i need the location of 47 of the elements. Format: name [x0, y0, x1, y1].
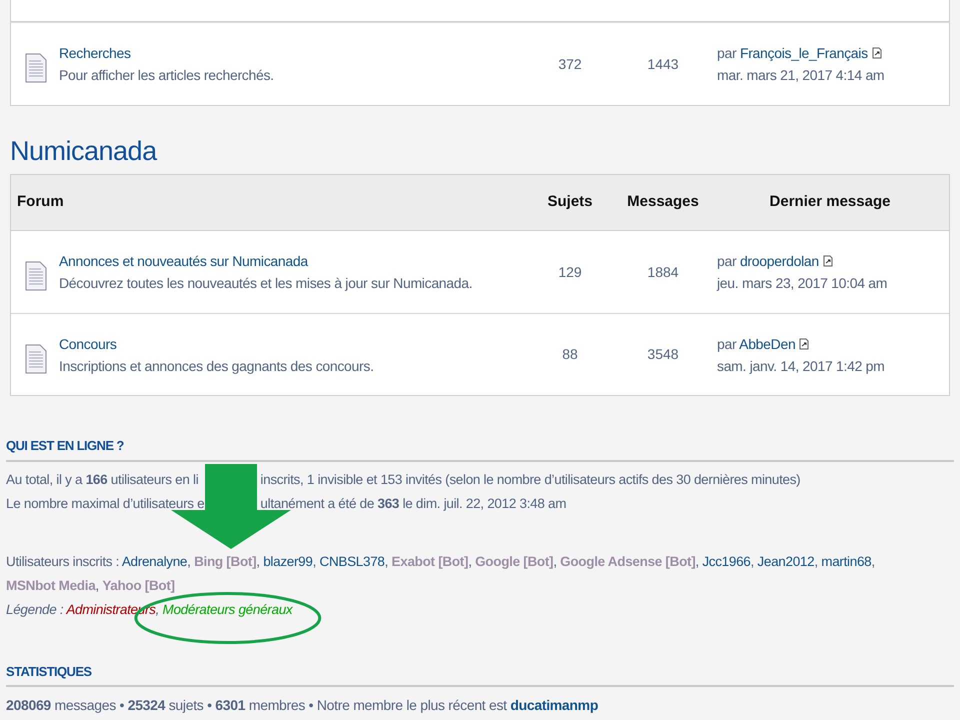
column-header: Forum: [16, 192, 65, 212]
post-date: mar. mars 21, 2017 4:14 am: [717, 66, 886, 85]
posts-count: 1884: [646, 262, 680, 282]
section-heading: STATISTIQUES: [6, 662, 954, 687]
forum-icon: [25, 344, 47, 374]
forum-description: Pour afficher les articles recherchés.: [59, 66, 274, 85]
forum-link[interactable]: Concours: [59, 332, 374, 354]
posts-count: 1443: [646, 54, 680, 74]
user-link[interactable]: CNBSL378: [320, 554, 385, 568]
online-text: Le nombre maximal d’utilisateurs e: [6, 494, 204, 512]
post-date: sam. janv. 14, 2017 1:42 pm: [717, 356, 886, 376]
user-link[interactable]: blazer99: [263, 554, 313, 568]
by-label: par: [717, 253, 738, 269]
go-to-post-icon[interactable]: [872, 47, 882, 59]
posts-count: 3548: [646, 345, 680, 364]
member-link[interactable]: ducatimanmp: [510, 697, 598, 713]
online-text: ultanément a été de 363 le dim. juil. 22, 2012 3:48 am: [260, 494, 568, 513]
post-date: jeu. mars 23, 2017 10:04 am: [717, 274, 888, 293]
topics-count: 372: [557, 54, 583, 74]
section-heading: QUI EST EN LIGNE ?: [6, 436, 954, 462]
online-text: inscrits, 1 invisible et 153 invités (selon le nombre d’utilisateurs actifs des 30 dernières minutes): [260, 470, 802, 489]
forum-icon: [25, 261, 47, 291]
category-title[interactable]: Numicanada: [10, 132, 950, 170]
forum-icon: [25, 53, 47, 83]
topics-count: 129: [557, 262, 583, 282]
user-link[interactable]: Jean2012: [757, 554, 814, 568]
user-link[interactable]: Jcc1966: [702, 554, 751, 568]
author-link[interactable]: AbbeDen: [739, 336, 796, 352]
forum-description: Inscriptions et annonces des gagnants des concours.: [59, 356, 374, 376]
user-link[interactable]: martin68: [821, 554, 872, 568]
statistics-text: 208069 messages • 25324 sujets • 6301 membres • Notre membre le plus récent est ducatimanmp: [6, 696, 600, 715]
registered-users-text: Utilisateurs inscrits : Adrenalyne, Bing [Bot], blazer99, CNBSL378, Exabot [Bot], Google [Bot], Google Adsense [Bot], Jcc1966, Jean2012, martin68, MSNbot Media, Yahoo [Bot]: [6, 552, 876, 595]
go-to-post-icon[interactable]: [822, 255, 833, 267]
author-link[interactable]: drooperdolan: [740, 253, 819, 269]
forum-description: Découvrez toutes les nouveautés et les mises à jour sur Numicanada.: [59, 274, 472, 293]
forum-link[interactable]: Annonces et nouveautés sur Numicanada: [59, 250, 472, 272]
column-header: Dernier message: [768, 192, 892, 212]
user-link[interactable]: Adrenalyne: [122, 554, 188, 568]
by-label: par: [717, 45, 738, 61]
column-header: Sujets: [546, 192, 594, 212]
by-label: par: [717, 336, 738, 352]
topics-count: 88: [561, 345, 579, 364]
column-header: Messages: [626, 192, 700, 212]
forum-link[interactable]: Recherches: [59, 42, 274, 64]
go-to-post-icon[interactable]: [799, 338, 810, 350]
author-link[interactable]: François_le_Français: [740, 45, 868, 61]
online-text: Au total, il y a 166 utilisateurs en li: [6, 470, 200, 489]
